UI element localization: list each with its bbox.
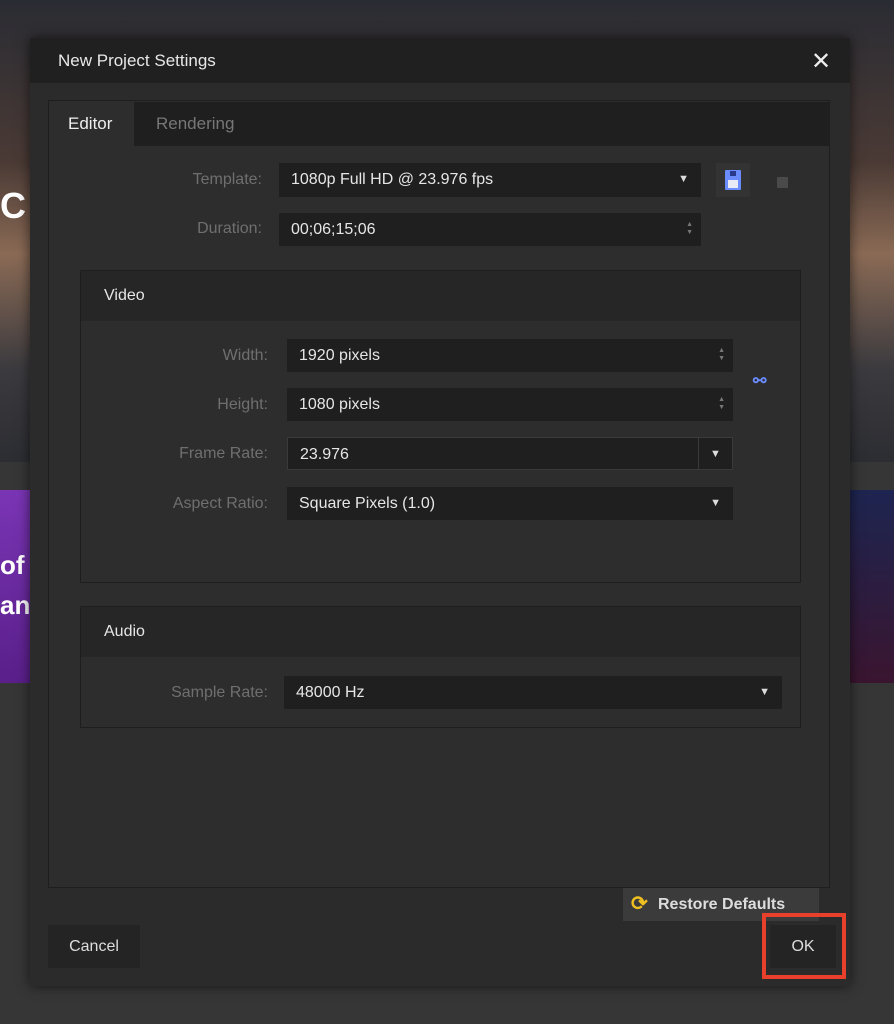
sample-rate-value: 48000 Hz [296, 684, 365, 701]
duration-input[interactable]: 00;06;15;06 ▲ ▼ [279, 213, 701, 246]
close-icon[interactable]: ✕ [810, 47, 832, 75]
floppy-disk-icon [725, 170, 741, 190]
frame-rate-combobox[interactable]: 23.976 ▼ [287, 437, 733, 470]
video-header: Video [81, 271, 800, 321]
background-text: C [0, 185, 26, 226]
ok-button[interactable]: OK [770, 925, 836, 968]
new-project-settings-dialog: New Project Settings ✕ Editor Rendering … [30, 38, 850, 986]
width-label: Width: [222, 347, 268, 364]
height-label: Height: [217, 396, 268, 413]
tab-editor[interactable]: Editor [50, 102, 134, 146]
duration-label: Duration: [197, 220, 262, 237]
template-label: Template: [192, 171, 262, 188]
width-input[interactable]: 1920 pixels ▲ ▼ [287, 339, 733, 372]
spinner-arrows-icon[interactable]: ▲ ▼ [718, 347, 725, 363]
duration-value: 00;06;15;06 [291, 221, 376, 238]
video-group: Video Width: 1920 pixels ▲ ▼ Height: 1080… [80, 270, 801, 583]
restore-defaults-label: Restore Defaults [658, 896, 786, 913]
background-text: an [0, 590, 31, 620]
sample-rate-dropdown[interactable]: 48000 Hz ▼ [284, 676, 782, 709]
spinner-arrows-icon[interactable]: ▲ ▼ [718, 396, 725, 412]
template-value: 1080p Full HD @ 23.976 fps [291, 171, 494, 188]
height-value: 1080 pixels [299, 396, 380, 413]
aspect-ratio-value: Square Pixels (1.0) [299, 495, 436, 512]
frame-rate-label: Frame Rate: [179, 445, 268, 462]
save-template-button[interactable] [716, 163, 750, 197]
title-bar: New Project Settings ✕ [30, 38, 850, 83]
dialog-title: New Project Settings [58, 51, 216, 70]
tab-bar: Editor Rendering [50, 102, 830, 146]
background-card-right [850, 490, 894, 683]
sample-rate-label: Sample Rate: [171, 684, 268, 701]
spinner-arrows-icon[interactable]: ▲ ▼ [686, 221, 693, 237]
tab-rendering[interactable]: Rendering [138, 102, 252, 146]
chevron-down-icon: ▼ [678, 173, 689, 185]
chevron-down-icon[interactable]: ▼ [698, 438, 732, 469]
width-value: 1920 pixels [299, 347, 380, 364]
refresh-icon: ⟳ [631, 893, 648, 915]
chain-link-icon[interactable]: ⚯ [753, 371, 766, 391]
aspect-ratio-label: Aspect Ratio: [172, 495, 268, 512]
settings-panel: Editor Rendering Template: 1080p Full HD… [48, 100, 830, 921]
audio-group: Audio Sample Rate: 48000 Hz ▼ [80, 606, 801, 728]
height-input[interactable]: 1080 pixels ▲ ▼ [287, 388, 733, 421]
cancel-button[interactable]: Cancel [48, 925, 140, 968]
delete-template-button[interactable] [777, 177, 788, 188]
frame-rate-value: 23.976 [300, 446, 349, 463]
chevron-down-icon: ▼ [759, 686, 770, 698]
chevron-down-icon: ▼ [710, 497, 721, 509]
template-dropdown[interactable]: 1080p Full HD @ 23.976 fps ▼ [279, 163, 701, 197]
audio-header: Audio [81, 607, 800, 657]
aspect-ratio-dropdown[interactable]: Square Pixels (1.0) ▼ [287, 487, 733, 520]
